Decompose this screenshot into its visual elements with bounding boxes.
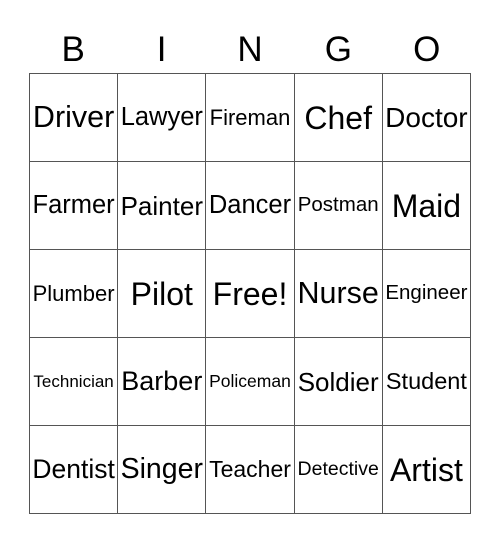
bingo-cell[interactable]: Doctor	[382, 74, 471, 162]
cell-label: Soldier	[297, 366, 379, 397]
cell-label: Fireman	[209, 104, 291, 130]
bingo-cell[interactable]: Dentist	[30, 426, 119, 514]
header-letter-n: N	[237, 29, 263, 69]
bingo-cell[interactable]: Maid	[382, 162, 471, 250]
bingo-cell[interactable]: Barber	[118, 338, 207, 426]
cell-label: Barber	[121, 366, 203, 396]
bingo-header: B I N G O	[29, 27, 471, 71]
bingo-cell[interactable]: Technician	[30, 338, 119, 426]
cell-label: Technician	[33, 372, 114, 391]
bingo-cell[interactable]: Detective	[294, 426, 383, 514]
bingo-cell[interactable]: Artist	[382, 426, 471, 514]
bingo-cell[interactable]: Lawyer	[118, 74, 207, 162]
bingo-cell[interactable]: Painter	[118, 162, 207, 250]
cell-label: Free!	[212, 275, 288, 312]
cell-label: Nurse	[297, 276, 379, 311]
bingo-cell[interactable]: Policeman	[206, 338, 295, 426]
bingo-cell[interactable]: Chef	[294, 74, 383, 162]
cell-label: Detective	[297, 457, 379, 480]
bingo-cell[interactable]: Student	[382, 338, 471, 426]
bingo-cell[interactable]: Plumber	[30, 250, 119, 338]
bingo-cell[interactable]: Soldier	[294, 338, 383, 426]
bingo-cell[interactable]: Farmer	[30, 162, 119, 250]
cell-label: Engineer	[385, 281, 468, 305]
header-letter-i: I	[156, 29, 167, 69]
bingo-cell[interactable]: Postman	[294, 162, 383, 250]
header-letter-b: B	[61, 29, 85, 69]
cell-label: Dentist	[32, 454, 115, 485]
cell-label: Maid	[391, 187, 462, 224]
cell-label: Postman	[297, 193, 379, 217]
cell-label: Painter	[120, 190, 203, 221]
cell-label: Driver	[32, 100, 115, 135]
cell-label: Pilot	[130, 275, 193, 312]
header-letter-o: O	[413, 29, 441, 69]
bingo-cell[interactable]: Engineer	[382, 250, 471, 338]
bingo-cell[interactable]: Nurse	[294, 250, 383, 338]
header-letter-g: G	[324, 29, 352, 69]
bingo-cell[interactable]: Dancer	[206, 162, 295, 250]
cell-label: Student	[385, 367, 467, 394]
cell-label: Artist	[389, 451, 463, 488]
cell-label: Teacher	[209, 456, 291, 482]
cell-label: Policeman	[209, 370, 291, 391]
bingo-cell[interactable]: Teacher	[206, 426, 295, 514]
bingo-cell[interactable]: Driver	[30, 74, 119, 162]
bingo-board: Driver Lawyer Fireman Chef Doctor Farmer…	[29, 73, 471, 514]
bingo-cell[interactable]: Singer	[118, 426, 207, 514]
cell-label: Plumber	[32, 280, 115, 306]
cell-label: Chef	[304, 99, 372, 136]
cell-label: Farmer	[32, 190, 115, 219]
cell-label: Doctor	[385, 101, 468, 133]
cell-label: Lawyer	[120, 102, 203, 131]
bingo-cell[interactable]: Fireman	[206, 74, 295, 162]
cell-label: Singer	[120, 453, 203, 486]
cell-label: Dancer	[208, 190, 292, 219]
bingo-cell[interactable]: Pilot	[118, 250, 207, 338]
free-space-cell[interactable]: Free!	[206, 250, 295, 338]
